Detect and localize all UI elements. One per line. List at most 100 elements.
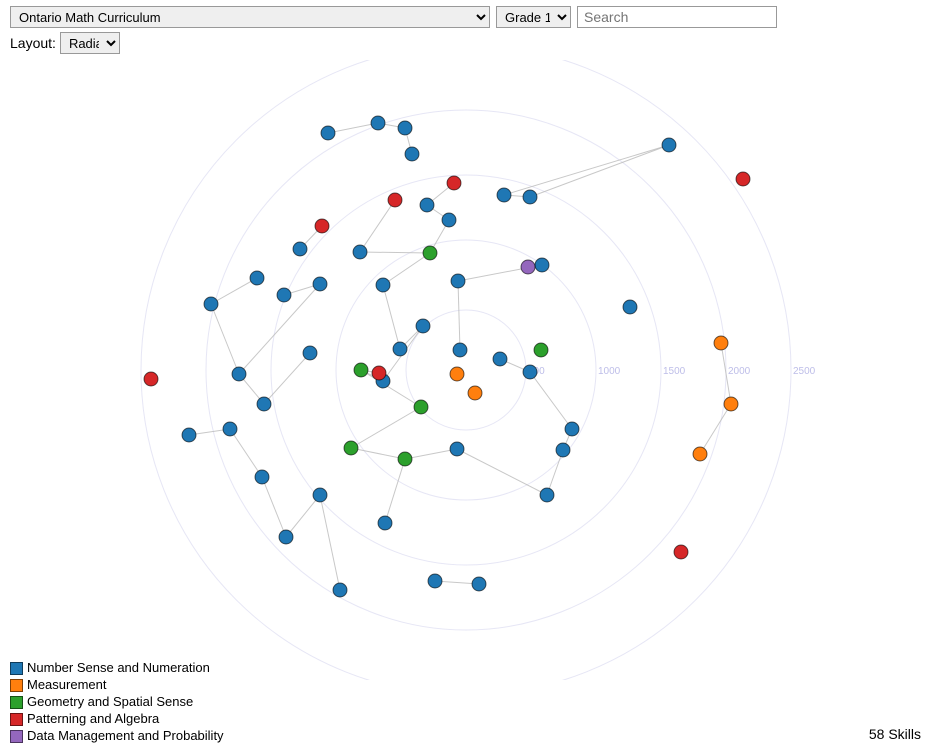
skill-node[interactable] (416, 319, 430, 333)
layout-select[interactable]: Radial (60, 32, 120, 54)
search-input[interactable] (577, 6, 777, 28)
skill-node[interactable] (453, 343, 467, 357)
skill-node[interactable] (293, 242, 307, 256)
skill-node[interactable] (257, 397, 271, 411)
skill-node[interactable] (398, 121, 412, 135)
legend-row[interactable]: Number Sense and Numeration (10, 660, 224, 676)
skill-node[interactable] (279, 530, 293, 544)
graph-edge (360, 200, 395, 252)
graph-edge (504, 145, 669, 195)
layout-bar: Layout: Radial (0, 30, 933, 60)
skill-node[interactable] (232, 367, 246, 381)
ring-label: 1000 (598, 366, 621, 377)
skill-node[interactable] (714, 336, 728, 350)
skill-node[interactable] (344, 441, 358, 455)
legend-label: Number Sense and Numeration (27, 660, 210, 676)
skill-node[interactable] (353, 245, 367, 259)
skill-node[interactable] (468, 386, 482, 400)
skill-node[interactable] (534, 343, 548, 357)
legend-swatch (10, 662, 23, 675)
skill-node[interactable] (736, 172, 750, 186)
skill-node[interactable] (313, 277, 327, 291)
graph-edge (361, 370, 421, 407)
skill-node[interactable] (442, 213, 456, 227)
skill-node[interactable] (250, 271, 264, 285)
legend-swatch (10, 679, 23, 692)
graph-canvas[interactable]: 5001000150020002500 (0, 60, 933, 680)
graph-edge (385, 459, 405, 523)
legend-label: Geometry and Spatial Sense (27, 694, 193, 710)
ring-label: 2500 (793, 366, 816, 377)
graph-edge (405, 449, 457, 459)
skill-node[interactable] (398, 452, 412, 466)
skill-node[interactable] (540, 488, 554, 502)
legend-row[interactable]: Geometry and Spatial Sense (10, 694, 224, 710)
skill-node[interactable] (303, 346, 317, 360)
skill-node[interactable] (493, 352, 507, 366)
skill-node[interactable] (447, 176, 461, 190)
skill-node[interactable] (333, 583, 347, 597)
skill-node[interactable] (321, 126, 335, 140)
skill-node[interactable] (405, 147, 419, 161)
skill-node[interactable] (724, 397, 738, 411)
skill-node[interactable] (255, 470, 269, 484)
skill-node[interactable] (414, 400, 428, 414)
skill-node[interactable] (372, 366, 386, 380)
legend-row[interactable]: Patterning and Algebra (10, 711, 224, 727)
graph-edge (351, 448, 405, 459)
legend-swatch (10, 730, 23, 743)
skill-node[interactable] (451, 274, 465, 288)
graph-edge (457, 449, 547, 495)
skill-node[interactable] (388, 193, 402, 207)
legend-label: Patterning and Algebra (27, 711, 159, 727)
skill-node[interactable] (393, 342, 407, 356)
skill-node[interactable] (277, 288, 291, 302)
graph-edge (351, 407, 421, 448)
skill-node[interactable] (674, 545, 688, 559)
skill-node[interactable] (472, 577, 486, 591)
graph-edge (383, 285, 400, 349)
legend: Number Sense and NumerationMeasurementGe… (10, 659, 224, 744)
legend-swatch (10, 696, 23, 709)
skill-node[interactable] (623, 300, 637, 314)
skill-node[interactable] (521, 260, 535, 274)
graph-edge (383, 253, 430, 285)
skill-node[interactable] (376, 278, 390, 292)
skill-node[interactable] (420, 198, 434, 212)
legend-swatch (10, 713, 23, 726)
ring-label: 2000 (728, 366, 751, 377)
skill-node[interactable] (497, 188, 511, 202)
skill-node[interactable] (556, 443, 570, 457)
curriculum-select[interactable]: Ontario Math Curriculum (10, 6, 490, 28)
skill-node[interactable] (354, 363, 368, 377)
graph-edge (286, 495, 320, 537)
skill-node[interactable] (565, 422, 579, 436)
skill-node[interactable] (428, 574, 442, 588)
legend-label: Measurement (27, 677, 106, 693)
skill-node[interactable] (144, 372, 158, 386)
skill-node[interactable] (535, 258, 549, 272)
graph-edge (530, 145, 669, 197)
skill-node[interactable] (371, 116, 385, 130)
skill-node[interactable] (313, 488, 327, 502)
graph-edge (458, 281, 460, 350)
skill-node[interactable] (423, 246, 437, 260)
graph-edge (360, 252, 430, 253)
skill-node[interactable] (315, 219, 329, 233)
legend-row[interactable]: Data Management and Probability (10, 728, 224, 744)
skill-node[interactable] (693, 447, 707, 461)
skill-node[interactable] (378, 516, 392, 530)
skill-node[interactable] (523, 190, 537, 204)
skill-node[interactable] (204, 297, 218, 311)
skill-node[interactable] (450, 367, 464, 381)
grade-select[interactable]: Grade 1 (496, 6, 571, 28)
graph-edge (211, 304, 239, 374)
skill-node[interactable] (662, 138, 676, 152)
skill-node[interactable] (450, 442, 464, 456)
legend-row[interactable]: Measurement (10, 677, 224, 693)
ring-label: 1500 (663, 366, 686, 377)
skill-node[interactable] (223, 422, 237, 436)
skill-node[interactable] (523, 365, 537, 379)
skill-count: 58 Skills (869, 726, 921, 742)
skill-node[interactable] (182, 428, 196, 442)
